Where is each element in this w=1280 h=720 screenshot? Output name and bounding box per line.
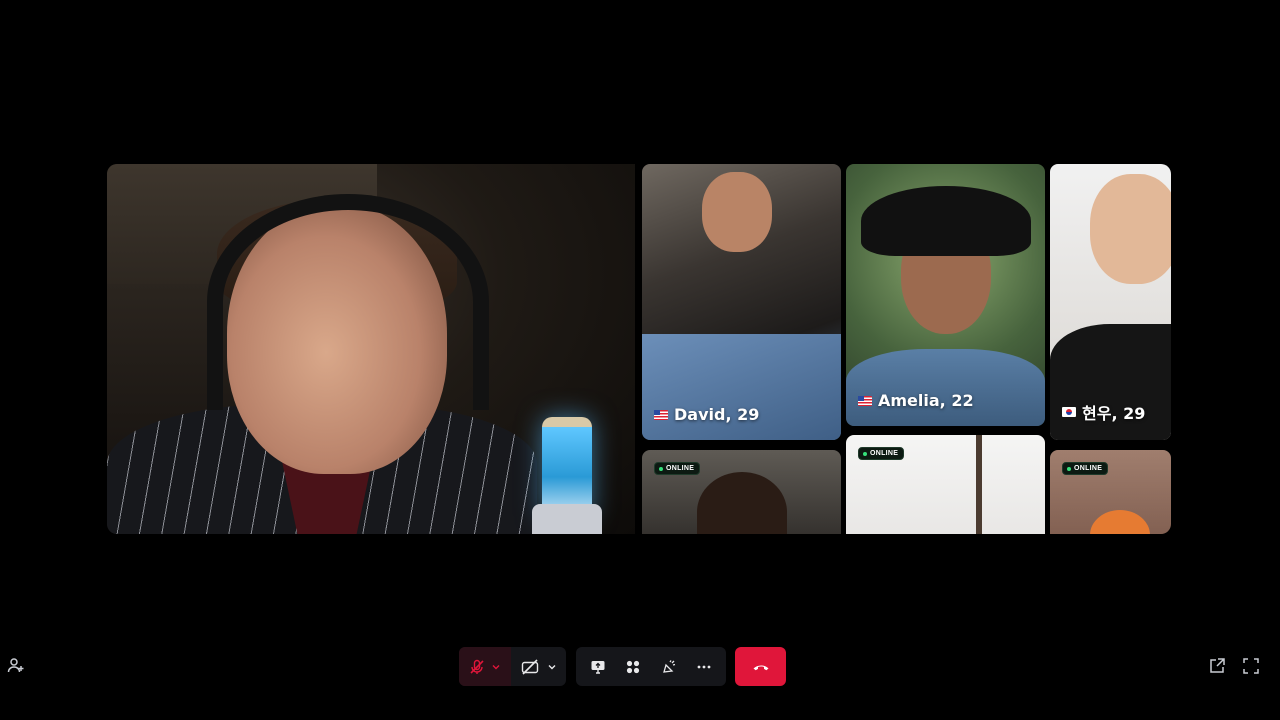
profile-photo bbox=[642, 164, 841, 440]
profile-name-age: Amelia, 22 bbox=[878, 391, 974, 410]
profile-card-david[interactable]: David, 29 bbox=[642, 164, 841, 440]
fullscreen-icon bbox=[1243, 658, 1259, 674]
profile-card-hyunwoo[interactable]: 현우, 29 bbox=[1050, 164, 1171, 440]
online-dot-icon bbox=[1067, 466, 1071, 471]
more-icon bbox=[697, 665, 711, 668]
online-badge: ONLINE bbox=[858, 447, 905, 460]
share-screen-button[interactable] bbox=[580, 647, 616, 686]
video-stage: David, 29 Amelia, 22 현우, 29 ONLINE ONLIN… bbox=[107, 164, 1171, 534]
mic-off-icon bbox=[470, 659, 484, 674]
online-dot-icon bbox=[659, 466, 663, 471]
layout-button[interactable] bbox=[616, 647, 652, 686]
profile-card[interactable]: ONLINE bbox=[846, 435, 1045, 534]
online-dot-icon bbox=[863, 451, 867, 456]
reactions-icon bbox=[662, 659, 675, 673]
profile-card[interactable]: ONLINE bbox=[1050, 450, 1171, 534]
profile-photo bbox=[1050, 164, 1171, 440]
profile-grid: David, 29 Amelia, 22 현우, 29 ONLINE ONLIN… bbox=[642, 164, 1171, 534]
chevron-down-icon bbox=[492, 664, 500, 669]
microphone-prop bbox=[542, 417, 592, 517]
more-options-button[interactable] bbox=[687, 647, 723, 686]
profile-photo bbox=[846, 164, 1045, 426]
pop-out-button[interactable] bbox=[1207, 656, 1227, 676]
fullscreen-button[interactable] bbox=[1241, 656, 1261, 676]
end-call-button[interactable] bbox=[735, 647, 786, 686]
us-flag-icon bbox=[654, 409, 668, 420]
profile-card-amelia[interactable]: Amelia, 22 bbox=[846, 164, 1045, 426]
kr-flag-icon bbox=[1062, 407, 1076, 417]
call-tools bbox=[576, 647, 726, 686]
profile-card[interactable]: ONLINE bbox=[642, 450, 841, 534]
self-camera-feed bbox=[107, 164, 635, 534]
media-controls bbox=[459, 647, 566, 686]
chevron-down-icon bbox=[548, 664, 555, 669]
profile-name-age: 현우, 29 bbox=[1082, 404, 1146, 423]
camera-toggle-button[interactable] bbox=[511, 647, 566, 686]
online-badge: ONLINE bbox=[654, 462, 701, 475]
camera-off-icon bbox=[521, 658, 538, 675]
mic-toggle-button[interactable] bbox=[459, 647, 511, 686]
grid-layout-icon bbox=[627, 660, 640, 673]
external-link-icon bbox=[1210, 658, 1225, 673]
profile-name-age: David, 29 bbox=[674, 405, 760, 424]
add-person-icon bbox=[7, 658, 24, 673]
hang-up-icon bbox=[753, 665, 768, 670]
reactions-button[interactable] bbox=[651, 647, 687, 686]
screen-share-icon bbox=[591, 660, 605, 674]
add-participant-button[interactable] bbox=[6, 656, 26, 676]
us-flag-icon bbox=[858, 395, 872, 406]
online-badge: ONLINE bbox=[1062, 462, 1109, 475]
